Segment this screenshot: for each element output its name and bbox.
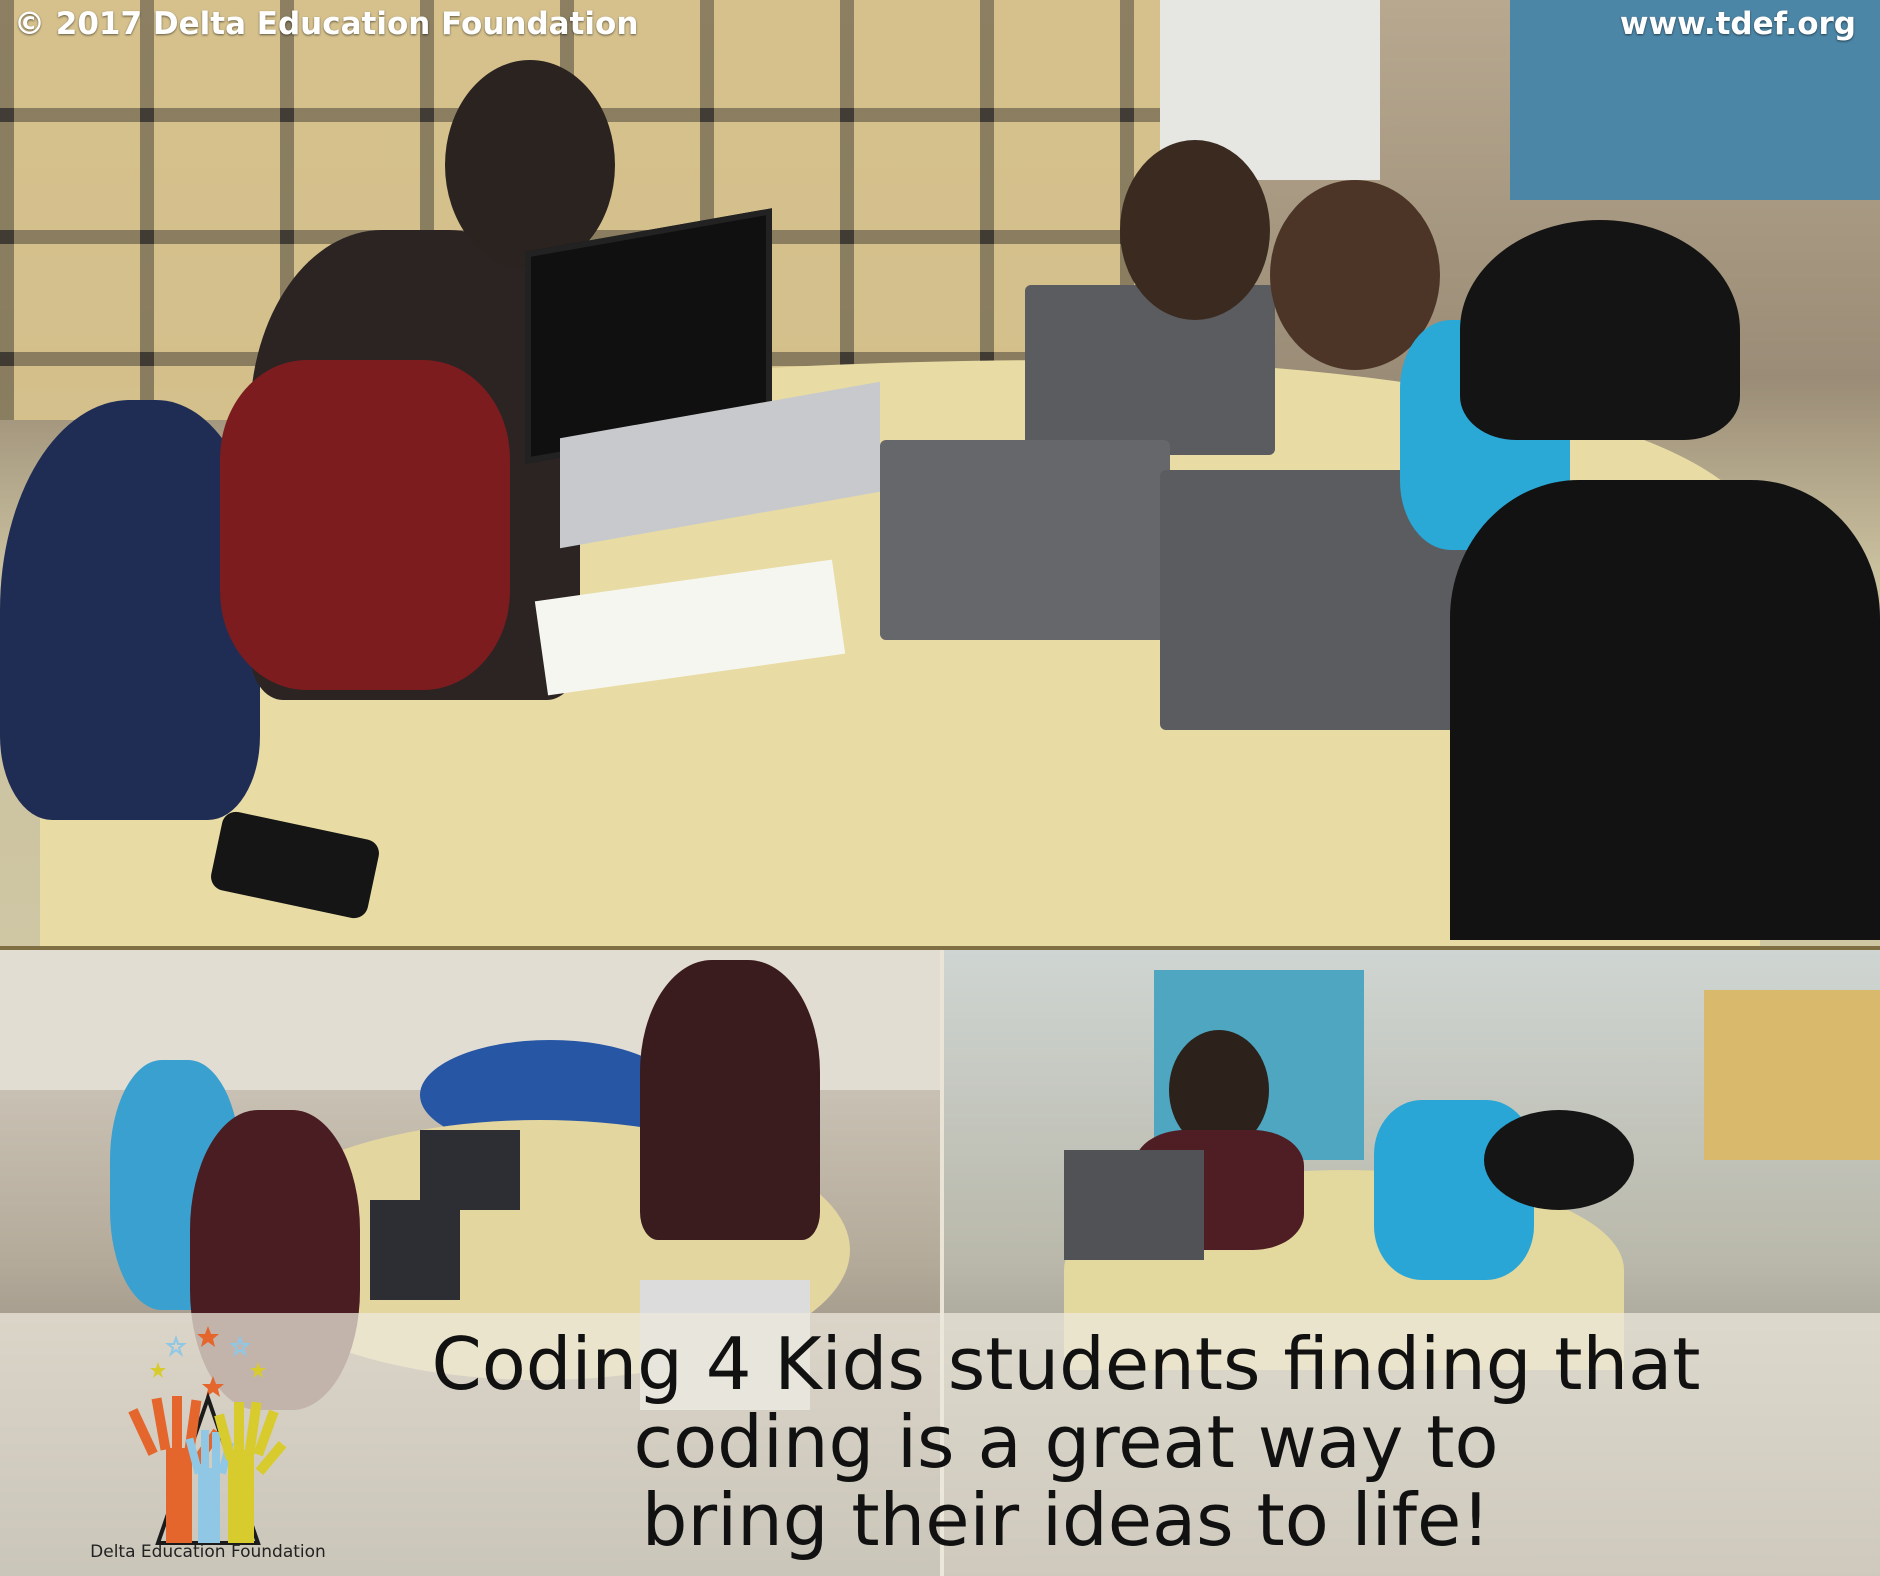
student-head — [1120, 140, 1270, 320]
teacher-head — [445, 60, 615, 270]
student-laptop — [1025, 285, 1275, 455]
teacher — [640, 960, 820, 1240]
caption: Coding 4 Kids students finding that codi… — [336, 1325, 1796, 1559]
student-shirt-black — [1450, 480, 1880, 940]
hands-stars-icon — [128, 1326, 287, 1545]
logo-name: Delta Education Foundation — [90, 1542, 326, 1562]
laptop — [1064, 1150, 1204, 1260]
laptop — [420, 1130, 520, 1210]
caption-line: coding is a great way to — [633, 1400, 1499, 1484]
student-laptop — [880, 440, 1170, 640]
copyright-text: © 2017 Delta Education Foundation — [14, 6, 639, 42]
main-photo — [0, 0, 1880, 946]
student-cap — [1460, 220, 1740, 440]
caption-line: Coding 4 Kids students finding that — [431, 1322, 1701, 1406]
delta-education-logo: Delta Education Foundation — [58, 1318, 358, 1568]
laptop — [370, 1200, 460, 1300]
caption-line: bring their ideas to life! — [641, 1478, 1491, 1562]
teacher-sleeve — [220, 360, 510, 690]
website-url[interactable]: www.tdef.org — [1620, 6, 1856, 42]
stars-icon — [150, 1326, 266, 1397]
cabinet — [1704, 990, 1880, 1160]
student-cap — [1484, 1110, 1634, 1210]
photo-collage: © 2017 Delta Education Foundation www.td… — [0, 0, 1880, 1576]
